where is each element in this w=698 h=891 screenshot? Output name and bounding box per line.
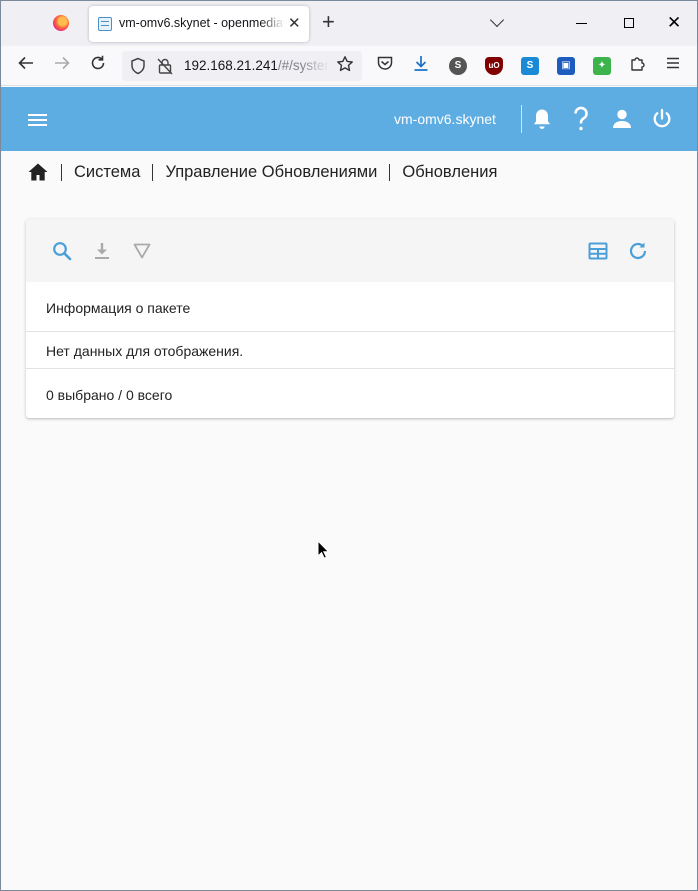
breadcrumb-item-system[interactable]: Система <box>74 163 140 182</box>
green-extension-icon[interactable]: ✦ <box>593 57 611 75</box>
save-extension-icon[interactable]: ▣ <box>557 57 575 75</box>
check-updates-search-icon[interactable] <box>51 240 73 262</box>
install-download-icon[interactable] <box>91 240 113 262</box>
home-icon[interactable] <box>27 162 49 182</box>
hostname-label: vm-omv6.skynet <box>394 111 496 127</box>
breadcrumb-separator <box>61 163 62 181</box>
mouse-cursor-icon <box>317 540 329 559</box>
back-arrow-icon[interactable] <box>17 54 35 78</box>
user-account-icon[interactable] <box>611 107 633 136</box>
s-blue-extension-icon[interactable]: S <box>521 57 539 75</box>
power-icon[interactable] <box>651 107 673 136</box>
window-minimize-icon[interactable] <box>576 23 587 24</box>
breadcrumb: Система Управление Обновлениями Обновлен… <box>27 161 497 183</box>
breadcrumb-separator <box>389 163 391 181</box>
ublock-origin-icon[interactable]: uO <box>485 57 503 75</box>
url-bar[interactable]: 192.168.21.241/#/system/updatemgmt/updat… <box>122 51 362 81</box>
s-extension-icon[interactable]: S <box>449 57 467 75</box>
header-divider <box>521 105 522 133</box>
column-selector-table-icon[interactable] <box>587 240 609 262</box>
navigation-menu-icon[interactable] <box>28 114 47 126</box>
reload-icon[interactable] <box>89 54 107 78</box>
breadcrumb-item-updates: Обновления <box>402 162 498 181</box>
forward-arrow-icon[interactable] <box>53 54 71 78</box>
app-header: vm-omv6.skynet <box>1 87 697 151</box>
firefox-logo-icon[interactable] <box>53 15 69 31</box>
new-tab-button[interactable]: + <box>322 11 335 33</box>
selection-count: 0 выбрано / 0 всего <box>46 387 173 403</box>
browser-tab-strip: vm-omv6.skynet - openmediavault ✕ + ✕ <box>1 1 697 46</box>
app-menu-icon[interactable] <box>665 54 681 78</box>
table-footer: 0 выбрано / 0 всего <box>26 368 674 418</box>
filter-funnel-icon[interactable] <box>131 240 153 262</box>
reload-refresh-icon[interactable] <box>627 240 649 262</box>
tab-favicon-icon <box>98 17 112 31</box>
datatable-toolbar <box>26 219 674 282</box>
tracking-shield-icon[interactable] <box>130 57 146 79</box>
table-empty-row: Нет данных для отображения. <box>26 331 674 368</box>
extensions-puzzle-icon[interactable] <box>629 54 647 78</box>
pocket-icon[interactable] <box>376 54 394 78</box>
downloads-icon[interactable] <box>412 54 430 78</box>
tab-title: vm-omv6.skynet - openmediavault <box>119 16 285 30</box>
url-path: /#/system/updatemgmt/updates <box>277 58 330 73</box>
window-maximize-icon[interactable] <box>624 18 634 28</box>
empty-message: Нет данных для отображения. <box>46 343 244 359</box>
bookmark-star-icon[interactable] <box>336 55 354 78</box>
browser-nav-toolbar: 192.168.21.241/#/system/updatemgmt/updat… <box>1 46 697 86</box>
column-header-package-info[interactable]: Информация о пакете <box>46 300 190 316</box>
breadcrumb-item-update-management[interactable]: Управление Обновлениями <box>165 163 377 182</box>
url-text[interactable]: 192.168.21.241/#/system/updatemgmt/updat… <box>184 58 330 73</box>
help-question-icon[interactable] <box>572 106 590 137</box>
breadcrumb-separator <box>152 163 154 181</box>
notifications-bell-icon[interactable] <box>531 107 553 136</box>
tab-close-icon[interactable]: ✕ <box>288 14 301 32</box>
browser-tab-active[interactable]: vm-omv6.skynet - openmediavault ✕ <box>89 6 309 42</box>
url-host: 192.168.21.241 <box>184 58 278 73</box>
insecure-lock-icon[interactable] <box>157 57 173 78</box>
table-header-row: Информация о пакете <box>26 282 674 331</box>
updates-datatable: Информация о пакете Нет данных для отобр… <box>26 219 674 418</box>
window-close-icon[interactable]: ✕ <box>667 13 681 33</box>
list-all-tabs-chevron-icon[interactable] <box>489 12 505 28</box>
